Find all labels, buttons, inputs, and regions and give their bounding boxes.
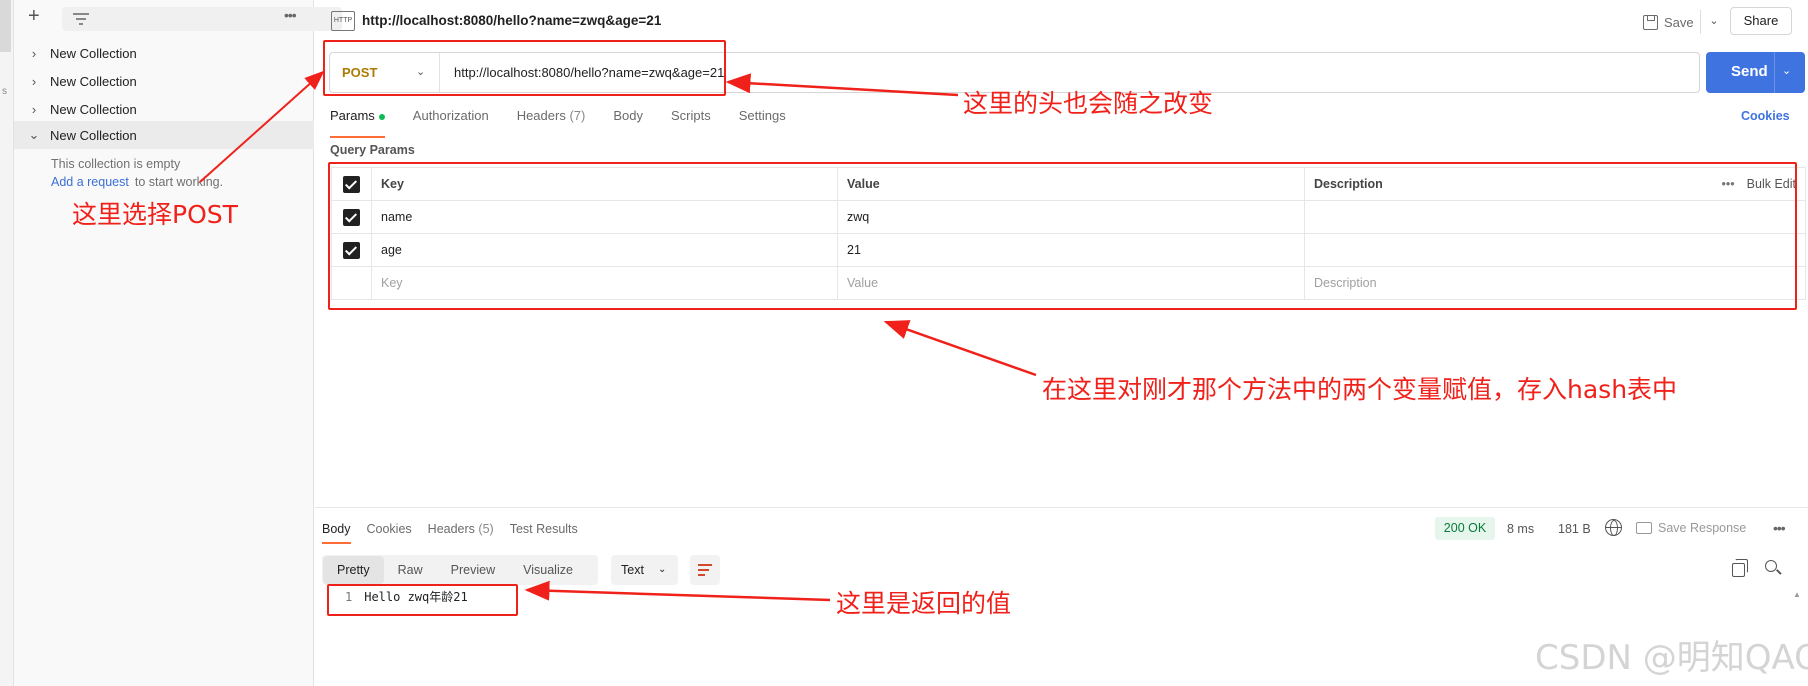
tab-headers[interactable]: Headers (7) bbox=[517, 108, 586, 134]
save-response-button[interactable]: Save Response bbox=[1636, 521, 1746, 535]
status-badge[interactable]: 200 OK bbox=[1435, 517, 1495, 540]
rail-letter: s bbox=[2, 86, 7, 97]
sidebar-collection[interactable]: › New Collection bbox=[14, 39, 314, 67]
request-title[interactable]: http://localhost:8080/hello?name=zwq&age… bbox=[362, 13, 661, 28]
send-button[interactable]: Send ⌄ bbox=[1706, 52, 1805, 93]
collection-label: New Collection bbox=[50, 73, 137, 89]
sidebar: + ••• › New Collection › New Collection … bbox=[14, 0, 342, 686]
format-select[interactable]: Text ⌄ bbox=[611, 555, 678, 585]
wrap-icon bbox=[698, 564, 712, 566]
annotation-return-value: 这里是返回的值 bbox=[836, 589, 1012, 618]
add-icon[interactable]: + bbox=[28, 5, 40, 28]
add-request-link[interactable]: Add a request bbox=[51, 175, 129, 189]
request-tabs: Params Authorization Headers (7) Body Sc… bbox=[330, 108, 814, 138]
response-size[interactable]: 181 B bbox=[1558, 522, 1591, 536]
save-options-chevron-icon[interactable]: ⌄ bbox=[1703, 8, 1725, 34]
view-pretty[interactable]: Pretty bbox=[323, 556, 384, 584]
annotation-header-changes: 这里的头也会随之改变 bbox=[963, 89, 1214, 118]
add-request-suffix: to start working. bbox=[134, 175, 224, 189]
annotation-assign-values: 在这里对刚才那个方法中的两个变量赋值，存入hash表中 bbox=[1042, 375, 1678, 404]
response-time[interactable]: 8 ms bbox=[1507, 522, 1534, 536]
sidebar-collection-active[interactable]: ⌄ New Collection bbox=[14, 121, 314, 149]
search-icon[interactable] bbox=[1765, 560, 1777, 572]
save-label: Save bbox=[1664, 14, 1694, 30]
annotation-box-url bbox=[323, 40, 726, 96]
divider[interactable] bbox=[315, 507, 1808, 508]
share-button[interactable]: Share bbox=[1730, 7, 1792, 35]
tab-response-body[interactable]: Body bbox=[322, 522, 351, 544]
tab-params[interactable]: Params bbox=[330, 108, 385, 138]
filter-input[interactable] bbox=[62, 7, 342, 31]
cookies-link[interactable]: Cookies bbox=[1741, 109, 1790, 123]
filter-icon bbox=[73, 13, 89, 25]
watermark: CSDN @明知QAQ bbox=[1535, 638, 1808, 678]
view-visualize[interactable]: Visualize bbox=[509, 556, 587, 584]
sidebar-collection[interactable]: › New Collection bbox=[14, 95, 314, 123]
http-icon: HTTP bbox=[331, 11, 355, 31]
send-label: Send bbox=[1731, 63, 1768, 80]
tab-settings[interactable]: Settings bbox=[739, 108, 786, 134]
chevron-right-icon: › bbox=[31, 101, 37, 117]
send-options-chevron-icon[interactable]: ⌄ bbox=[1782, 64, 1791, 77]
params-active-dot-icon bbox=[378, 113, 385, 120]
chevron-down-icon: ⌄ bbox=[658, 564, 667, 575]
query-params-label: Query Params bbox=[330, 143, 415, 157]
chevron-down-icon: ⌄ bbox=[28, 127, 40, 142]
tab-test-results[interactable]: Test Results bbox=[510, 522, 578, 536]
sidebar-collection[interactable]: › New Collection bbox=[14, 67, 314, 95]
chevron-right-icon: › bbox=[31, 45, 37, 61]
view-mode-segmented: Pretty Raw Preview Visualize bbox=[322, 555, 598, 585]
empty-collection-text: This collection is empty bbox=[51, 157, 181, 171]
more-options-icon[interactable]: ••• bbox=[284, 7, 297, 23]
sidebar-toolbar: + ••• bbox=[14, 0, 342, 36]
scroll-up-icon[interactable]: ▲ bbox=[1793, 590, 1801, 599]
annotation-box-response bbox=[327, 584, 518, 616]
save-response-icon bbox=[1636, 522, 1652, 534]
globe-icon[interactable] bbox=[1605, 519, 1622, 536]
collection-label: New Collection bbox=[50, 45, 137, 61]
view-preview[interactable]: Preview bbox=[437, 556, 509, 584]
tab-scripts[interactable]: Scripts bbox=[671, 108, 711, 134]
tab-response-headers[interactable]: Headers (5) bbox=[428, 522, 494, 536]
divider bbox=[1774, 52, 1775, 93]
collection-label: New Collection bbox=[50, 101, 137, 117]
left-rail: s bbox=[0, 0, 14, 686]
tab-authorization[interactable]: Authorization bbox=[413, 108, 489, 134]
tab-response-cookies[interactable]: Cookies bbox=[367, 522, 412, 536]
view-raw[interactable]: Raw bbox=[384, 556, 437, 584]
add-request-hint: Add a request to start working. bbox=[51, 175, 223, 189]
response-tabs: Body Cookies Headers (5) Test Results bbox=[322, 522, 594, 544]
divider bbox=[1700, 10, 1701, 34]
more-options-icon[interactable]: ••• bbox=[1773, 520, 1786, 536]
save-icon bbox=[1643, 14, 1658, 30]
annotation-box-params bbox=[328, 162, 1797, 310]
tab-body[interactable]: Body bbox=[613, 108, 643, 134]
save-button[interactable]: Save bbox=[1643, 10, 1694, 34]
chevron-right-icon: › bbox=[31, 73, 37, 89]
wrap-lines-button[interactable] bbox=[690, 555, 720, 585]
annotation-select-post: 这里选择POST bbox=[72, 200, 238, 229]
copy-icon[interactable] bbox=[1732, 559, 1748, 577]
rail-tab[interactable] bbox=[0, 0, 11, 52]
collection-label: New Collection bbox=[50, 127, 137, 143]
